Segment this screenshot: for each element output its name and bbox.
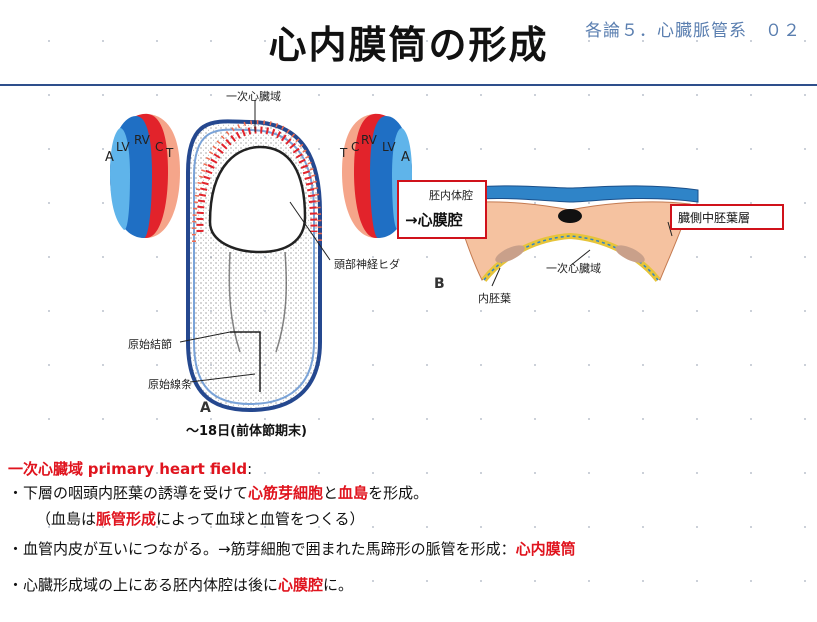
figure-b-letter: B xyxy=(434,276,445,292)
figure-a-letter: A xyxy=(200,400,211,416)
bullet-1-sub-text-c: によって血球と血管をつくる） xyxy=(156,510,365,528)
label-primary-heart-field-b: 一次心臓域 xyxy=(546,262,601,275)
label-endoderm: 内胚葉 xyxy=(478,292,511,305)
label-primitive-streak: 原始線条 xyxy=(148,378,192,391)
left-heart-label-a: A xyxy=(105,150,114,165)
term-pericardial-cavity: 心膜腔 xyxy=(278,576,324,594)
lateral-mesoderm-callout: 臓側中胚葉層 xyxy=(670,204,784,230)
right-heart-label-lv: LV xyxy=(382,140,396,154)
left-heart-label-t: T xyxy=(166,146,174,160)
bullet-3-text-c: に。 xyxy=(323,576,354,594)
right-heart-label-a: A xyxy=(401,150,410,165)
course-label: 各論５．心臓脈管系 ０２ xyxy=(585,21,801,41)
bullet-1-sub: （血島は脈管形成によって血球と血管をつくる） xyxy=(36,508,365,531)
bullet-3: ・心臓形成域の上にある胚内体腔は後に心膜腔に。 xyxy=(8,574,353,597)
heading-colon: : xyxy=(247,460,253,478)
bullet-1-text-c: と xyxy=(323,484,339,502)
bullet-1-sub-text-a: （血島は xyxy=(36,510,97,528)
left-heart-label-c: C xyxy=(155,140,164,154)
label-splanchnic-mesoderm: 臓側中胚葉層 xyxy=(678,211,751,225)
bullet-2: ・血管内皮が互いにつながる。→筋芽細胞で囲まれた馬蹄形の脈管を形成：心内膜筒 xyxy=(8,538,576,561)
term-primary-heart-field-en: primary heart field xyxy=(87,460,248,478)
term-endocardial-tube: 心内膜筒 xyxy=(515,540,576,558)
bullet-3-text-a: ・心臓形成域の上にある胚内体腔は後に xyxy=(8,576,279,594)
label-primary-heart-field-a: 一次心臓域 xyxy=(226,90,281,103)
figure-a-caption: ～18日(前体節期末) xyxy=(186,424,307,439)
pericardial-cavity-callout: 胚内体腔 →心膜腔 xyxy=(397,180,487,239)
term-primary-heart-field: 一次心臓域 xyxy=(8,460,84,478)
bullet-1: ・下層の咽頭内胚葉の誘導を受けて心筋芽細胞と血島を形成。 xyxy=(8,482,428,505)
left-heart-label-lv: LV xyxy=(116,140,130,154)
term-blood-island: 血島 xyxy=(338,484,369,502)
right-heart-label-t: T xyxy=(340,146,348,160)
bullet-1-text-e: を形成。 xyxy=(368,484,429,502)
bullet-1-text-a: ・下層の咽頭内胚葉の誘導を受けて xyxy=(8,484,249,502)
heading-line: 一次心臓域 primary heart field: xyxy=(8,458,252,481)
title-divider xyxy=(0,84,817,86)
term-cardiac-myoblast: 心筋芽細胞 xyxy=(248,484,324,502)
bullet-2-text-a: ・血管内皮が互いにつながる。→筋芽細胞で囲まれた馬蹄形の脈管を形成： xyxy=(8,540,516,558)
notochord xyxy=(558,209,582,223)
right-heart-label-rv: RV xyxy=(361,133,377,147)
label-primitive-node: 原始結節 xyxy=(128,338,172,351)
term-vasculogenesis: 脈管形成 xyxy=(96,510,157,528)
label-pericardial-cavity: →心膜腔 xyxy=(405,211,463,229)
right-heart-label-c: C xyxy=(351,140,360,154)
left-heart-field-diagram xyxy=(110,113,180,238)
label-head-fold: 頭部神経ヒダ xyxy=(334,258,400,271)
left-heart-label-rv: RV xyxy=(134,133,150,147)
label-intraembryonic-coelom: 胚内体腔 xyxy=(429,189,473,202)
